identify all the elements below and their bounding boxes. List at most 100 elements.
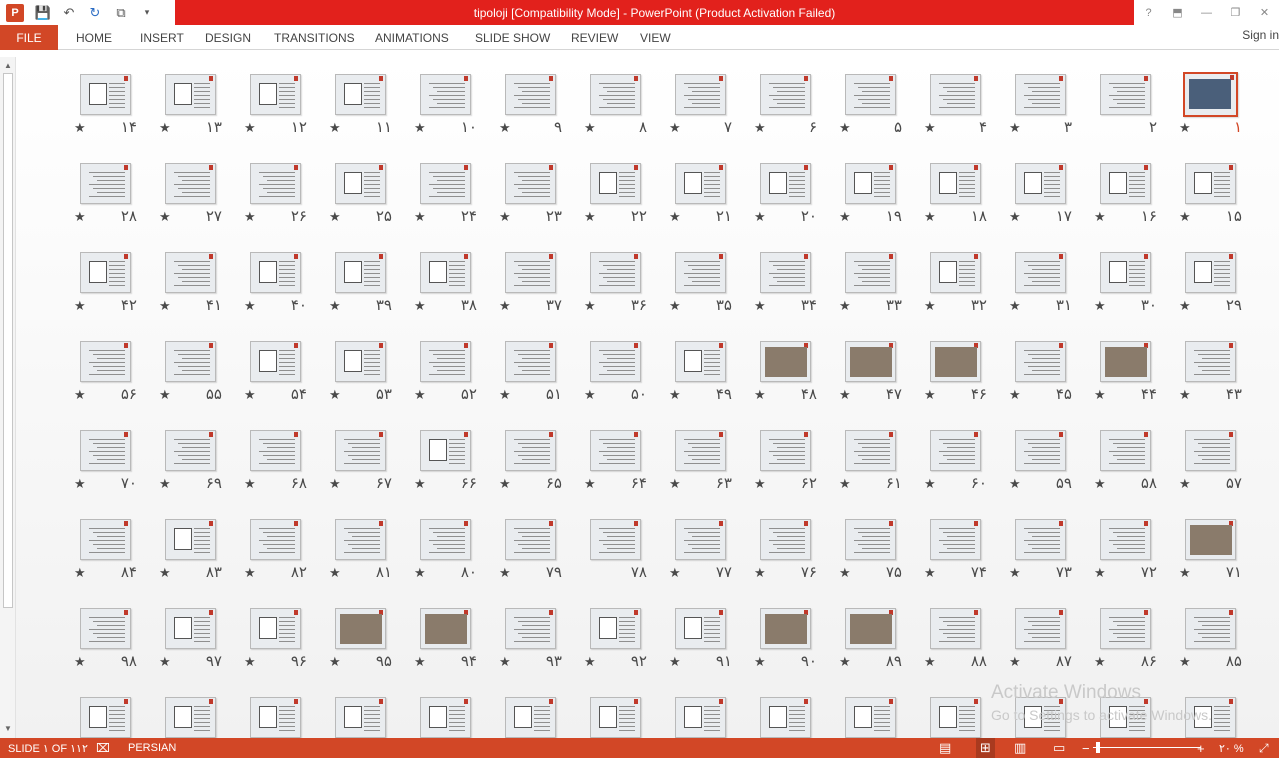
- slide-thumbnail-18[interactable]: ۱۸ ★: [924, 163, 1009, 243]
- animation-star-icon[interactable]: ★: [159, 476, 171, 492]
- slide-thumbnail-94[interactable]: ۹۴ ★: [414, 608, 499, 688]
- slide-thumbnail-90[interactable]: ۹۰ ★: [754, 608, 839, 688]
- zoom-slider-knob[interactable]: [1096, 742, 1100, 753]
- ribbon-display-options-icon[interactable]: ⬒: [1163, 0, 1192, 25]
- slide-thumbnail-41[interactable]: ۴۱ ★: [159, 252, 244, 332]
- scroll-up-icon[interactable]: ▲: [2, 60, 14, 72]
- notes-icon[interactable]: ⌧: [96, 738, 110, 758]
- slide-thumbnail-37[interactable]: ۳۷ ★: [499, 252, 584, 332]
- slide-thumbnail-96[interactable]: ۹۶ ★: [244, 608, 329, 688]
- animation-star-icon[interactable]: ★: [414, 298, 426, 314]
- animation-star-icon[interactable]: ★: [1179, 565, 1191, 581]
- slide-thumbnail-46[interactable]: ۴۶ ★: [924, 341, 1009, 421]
- slide-preview[interactable]: [675, 519, 726, 560]
- slide-thumbnail-109[interactable]: ۱۰۹★: [329, 697, 414, 738]
- slideshow-view-icon[interactable]: ▭: [1053, 738, 1065, 758]
- animation-star-icon[interactable]: ★: [924, 476, 936, 492]
- slide-thumbnail-104[interactable]: ۱۰۴★: [754, 697, 839, 738]
- slide-preview[interactable]: [675, 252, 726, 293]
- animation-star-icon[interactable]: ★: [74, 209, 86, 225]
- slide-thumbnail-9[interactable]: ۹ ★: [499, 74, 584, 154]
- slide-preview[interactable]: [335, 430, 386, 471]
- slide-thumbnail-70[interactable]: ۷۰ ★: [74, 430, 159, 510]
- slide-preview[interactable]: [335, 341, 386, 382]
- slide-thumbnail-21[interactable]: ۲۱ ★: [669, 163, 754, 243]
- animation-star-icon[interactable]: ★: [74, 120, 86, 136]
- animation-star-icon[interactable]: ★: [584, 120, 596, 136]
- slide-preview[interactable]: [1185, 252, 1236, 293]
- animation-star-icon[interactable]: ★: [1009, 298, 1021, 314]
- animation-star-icon[interactable]: ★: [244, 387, 256, 403]
- slide-thumbnail-57[interactable]: ۵۷ ★: [1179, 430, 1264, 510]
- slide-thumbnail-54[interactable]: ۵۴ ★: [244, 341, 329, 421]
- animation-star-icon[interactable]: ★: [499, 120, 511, 136]
- slide-preview[interactable]: [1185, 608, 1236, 649]
- slide-preview[interactable]: [420, 252, 471, 293]
- slide-preview[interactable]: [675, 430, 726, 471]
- slide-preview[interactable]: [1015, 252, 1066, 293]
- slide-thumbnail-91[interactable]: ۹۱ ★: [669, 608, 754, 688]
- slide-thumbnail-35[interactable]: ۳۵ ★: [669, 252, 754, 332]
- slide-sorter-view-icon[interactable]: ⊞: [976, 738, 995, 758]
- tab-home[interactable]: HOME: [76, 25, 112, 50]
- slide-thumbnail-93[interactable]: ۹۳ ★: [499, 608, 584, 688]
- slide-thumbnail-27[interactable]: ۲۷ ★: [159, 163, 244, 243]
- slide-thumbnail-60[interactable]: ۶۰ ★: [924, 430, 1009, 510]
- animation-star-icon[interactable]: ★: [414, 565, 426, 581]
- slide-thumbnail-19[interactable]: ۱۹ ★: [839, 163, 924, 243]
- slide-thumbnail-98[interactable]: ۹۸ ★: [74, 608, 159, 688]
- slide-thumbnail-74[interactable]: ۷۴ ★: [924, 519, 1009, 599]
- animation-star-icon[interactable]: ★: [839, 565, 851, 581]
- animation-star-icon[interactable]: ★: [1094, 387, 1106, 403]
- slide-preview[interactable]: [760, 74, 811, 115]
- slide-preview[interactable]: [1015, 341, 1066, 382]
- slide-thumbnail-45[interactable]: ۴۵ ★: [1009, 341, 1094, 421]
- slide-thumbnail-107[interactable]: ۱۰۷★: [499, 697, 584, 738]
- slide-thumbnail-89[interactable]: ۸۹ ★: [839, 608, 924, 688]
- slide-preview[interactable]: [675, 341, 726, 382]
- animation-star-icon[interactable]: ★: [414, 120, 426, 136]
- slide-preview[interactable]: [1185, 519, 1236, 560]
- slide-preview[interactable]: [1100, 74, 1151, 115]
- animation-star-icon[interactable]: ★: [159, 654, 171, 670]
- animation-star-icon[interactable]: ★: [1009, 209, 1021, 225]
- slide-preview[interactable]: [250, 608, 301, 649]
- animation-star-icon[interactable]: ★: [584, 209, 596, 225]
- slide-thumbnail-53[interactable]: ۵۳ ★: [329, 341, 414, 421]
- slide-preview[interactable]: [1185, 341, 1236, 382]
- slide-thumbnail-39[interactable]: ۳۹ ★: [329, 252, 414, 332]
- animation-star-icon[interactable]: ★: [329, 476, 341, 492]
- slide-thumbnail-49[interactable]: ۴۹ ★: [669, 341, 754, 421]
- slide-thumbnail-67[interactable]: ۶۷ ★: [329, 430, 414, 510]
- slide-thumbnail-28[interactable]: ۲۸ ★: [74, 163, 159, 243]
- slide-thumbnail-71[interactable]: ۷۱ ★: [1179, 519, 1264, 599]
- slide-thumbnail-79[interactable]: ۷۹ ★: [499, 519, 584, 599]
- animation-star-icon[interactable]: ★: [1179, 654, 1191, 670]
- slide-preview[interactable]: [250, 74, 301, 115]
- slide-preview[interactable]: [590, 430, 641, 471]
- slide-thumbnail-64[interactable]: ۶۴ ★: [584, 430, 669, 510]
- animation-star-icon[interactable]: ★: [924, 565, 936, 581]
- slide-thumbnail-85[interactable]: ۸۵ ★: [1179, 608, 1264, 688]
- slide-preview[interactable]: [590, 74, 641, 115]
- tab-insert[interactable]: INSERT: [140, 25, 184, 50]
- animation-star-icon[interactable]: ★: [669, 120, 681, 136]
- slide-preview[interactable]: [505, 519, 556, 560]
- minimize-icon[interactable]: —: [1192, 0, 1221, 25]
- slide-preview[interactable]: [505, 74, 556, 115]
- slide-thumbnail-87[interactable]: ۸۷ ★: [1009, 608, 1094, 688]
- slide-preview[interactable]: [930, 430, 981, 471]
- animation-star-icon[interactable]: ★: [329, 120, 341, 136]
- animation-star-icon[interactable]: ★: [754, 565, 766, 581]
- animation-star-icon[interactable]: ★: [159, 209, 171, 225]
- slide-thumbnail-13[interactable]: ۱۳ ★: [159, 74, 244, 154]
- slide-thumbnail-43[interactable]: ۴۳ ★: [1179, 341, 1264, 421]
- slide-preview[interactable]: [930, 341, 981, 382]
- slide-preview[interactable]: [930, 74, 981, 115]
- slide-preview[interactable]: [1100, 430, 1151, 471]
- animation-star-icon[interactable]: ★: [1009, 476, 1021, 492]
- fit-to-window-icon[interactable]: ⤢: [1259, 738, 1269, 758]
- slide-thumbnail-62[interactable]: ۶۲ ★: [754, 430, 839, 510]
- slide-preview[interactable]: [845, 697, 896, 738]
- animation-star-icon[interactable]: ★: [584, 476, 596, 492]
